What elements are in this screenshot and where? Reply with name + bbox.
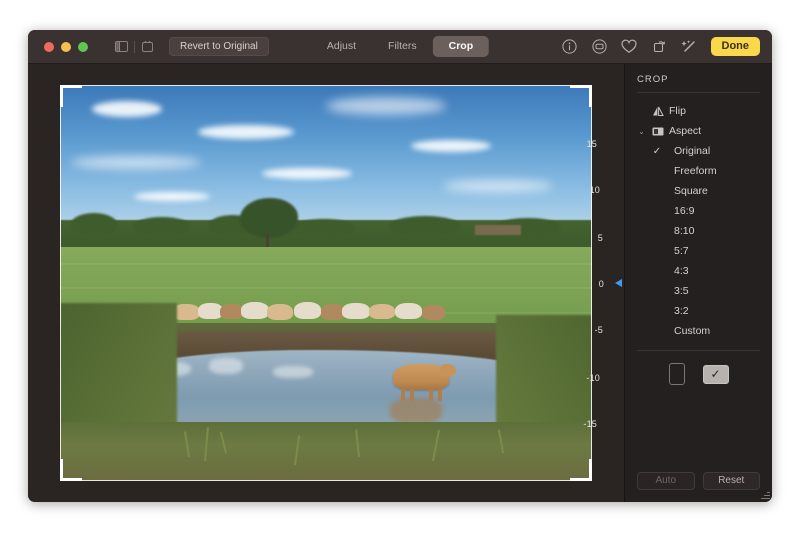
aspect-option-3-2[interactable]: 3:2 [625, 301, 772, 321]
tab-adjust[interactable]: Adjust [311, 36, 372, 57]
sidebar-toggle-icon[interactable] [114, 40, 129, 54]
tree-shape [389, 216, 460, 235]
dial-current-marker [615, 279, 622, 287]
info-panel-icon[interactable] [140, 40, 155, 54]
tab-filters[interactable]: Filters [372, 36, 433, 57]
aspect-option-custom[interactable]: Custom [625, 321, 772, 341]
tree-shape [70, 213, 117, 235]
aspect-option-original[interactable]: ✓ Original [625, 141, 772, 161]
tree-shape [294, 219, 355, 236]
auto-button[interactable]: Auto [637, 472, 695, 490]
photo-canvas[interactable]: 15 10 5 0 -5 -10 -15 [28, 64, 624, 502]
cloud-shape [443, 180, 554, 193]
aspect-option-16-9[interactable]: 16:9 [625, 201, 772, 221]
sidebar-title: CROP [637, 74, 669, 85]
aspect-option-label: 3:5 [674, 285, 689, 297]
cloud-shape [134, 191, 211, 201]
dial-label-current: 0 [598, 279, 604, 289]
done-button[interactable]: Done [710, 37, 760, 56]
aspect-option-5-7[interactable]: 5:7 [625, 241, 772, 261]
cow-in-herd [395, 303, 423, 320]
window-resize-grip[interactable] [760, 490, 770, 500]
zoom-window-button[interactable] [78, 41, 88, 52]
cow-leg [400, 389, 405, 402]
water-reflection [208, 358, 243, 375]
orientation-controls: ✓ [625, 351, 772, 385]
aspect-option-label: 16:9 [674, 205, 695, 217]
sidebar-item-aspect-label: Aspect [669, 125, 702, 137]
cloud-shape [198, 124, 295, 139]
cloud-shape [326, 96, 446, 115]
aspect-option-square[interactable]: Square [625, 181, 772, 201]
edit-mode-segmented-control: Adjust Filters Crop [311, 36, 490, 57]
close-window-button[interactable] [44, 41, 54, 52]
chevron-down-icon[interactable]: ⌄ [637, 127, 646, 136]
flip-icon [651, 105, 664, 118]
aspect-option-label: Custom [674, 325, 711, 337]
farm-building [475, 225, 521, 235]
cow-in-herd [267, 303, 294, 320]
cow-water-reflection [389, 397, 442, 424]
window-titlebar: Revert to Original Adjust Filters Crop D… [28, 30, 772, 64]
comment-icon[interactable] [591, 38, 608, 55]
reset-button[interactable]: Reset [702, 472, 760, 490]
rotate-icon[interactable] [651, 38, 668, 55]
cow-in-herd [421, 304, 445, 320]
cow-leg [437, 389, 442, 402]
cow-in-herd [219, 304, 244, 320]
sidebar-item-flip[interactable]: Flip [625, 101, 772, 121]
large-tree-shape [240, 198, 298, 238]
aspect-option-freeform[interactable]: Freeform [625, 161, 772, 181]
sidebar-footer: Auto Reset [625, 472, 772, 502]
portrait-orientation-button[interactable] [668, 363, 685, 385]
toolbar-divider [134, 40, 135, 53]
cow-in-herd [240, 302, 269, 319]
auto-enhance-wand-icon[interactable] [681, 38, 698, 55]
photo-image [60, 85, 592, 481]
sidebar-view-controls [114, 40, 155, 54]
traffic-lights [44, 41, 88, 52]
cloud-shape [91, 100, 162, 117]
minimize-window-button[interactable] [61, 41, 71, 52]
aspect-icon [651, 125, 664, 138]
cow-head [439, 364, 456, 378]
photo-crop-region[interactable] [60, 85, 592, 481]
water-reflection [272, 366, 313, 379]
editor-body: 15 10 5 0 -5 -10 -15 CROP Flip ⌄ Aspect … [28, 64, 772, 502]
cow-in-water [392, 364, 456, 402]
aspect-option-label: 3:2 [674, 305, 689, 317]
crop-sidebar: CROP Flip ⌄ Aspect ✓ Original Freeform S… [624, 64, 772, 502]
cow-leg [428, 389, 433, 402]
photos-editor-window: Revert to Original Adjust Filters Crop D… [28, 30, 772, 502]
check-icon: ✓ [652, 145, 662, 157]
revert-to-original-button[interactable]: Revert to Original [169, 37, 269, 56]
tab-crop[interactable]: Crop [432, 36, 490, 57]
check-icon: ✓ [710, 367, 721, 381]
cow-leg [409, 389, 414, 402]
info-icon[interactable] [561, 38, 578, 55]
aspect-option-label: 5:7 [674, 245, 689, 257]
crop-options-list: Flip ⌄ Aspect ✓ Original Freeform Square… [625, 93, 772, 472]
aspect-option-8-10[interactable]: 8:10 [625, 221, 772, 241]
aspect-option-label: 4:3 [674, 265, 689, 277]
dial-label: 5 [597, 233, 603, 243]
sidebar-item-flip-label: Flip [669, 105, 686, 117]
cow-in-herd [341, 302, 370, 319]
aspect-option-label: Freeform [674, 165, 717, 177]
titlebar-actions: Done [561, 37, 765, 56]
sidebar-item-aspect[interactable]: ⌄ Aspect [625, 121, 772, 141]
foreground-grass [60, 421, 592, 481]
favorite-heart-icon[interactable] [621, 38, 638, 55]
aspect-option-label: Original [674, 145, 711, 157]
landscape-orientation-button[interactable]: ✓ [702, 364, 729, 384]
cow-in-herd [368, 304, 395, 320]
aspect-option-4-3[interactable]: 4:3 [625, 261, 772, 281]
cow-in-herd [294, 302, 322, 320]
dial-label: -5 [594, 325, 603, 335]
tree-shape [134, 217, 191, 235]
aspect-option-label: 8:10 [674, 225, 695, 237]
aspect-option-3-5[interactable]: 3:5 [625, 281, 772, 301]
aspect-option-label: Square [674, 185, 708, 197]
